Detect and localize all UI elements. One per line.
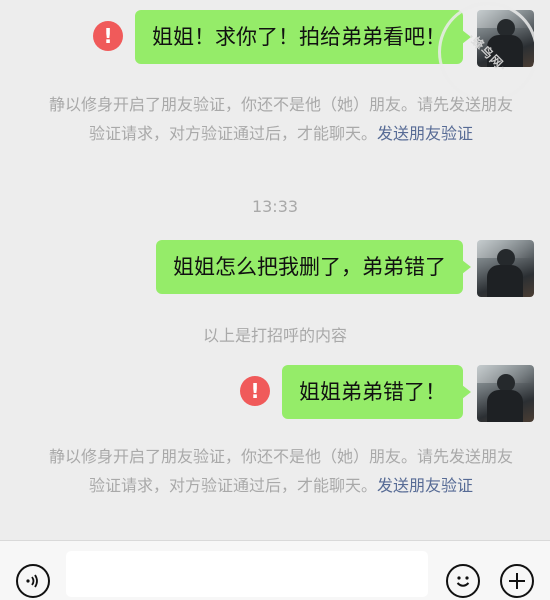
send-failed-icon[interactable]: ! [240,376,270,406]
send-verification-link[interactable]: 发送朋友验证 [377,476,473,495]
send-verification-link[interactable]: 发送朋友验证 [377,124,473,143]
message-row: ! 姐姐弟弟错了！ [240,365,534,422]
voice-icon[interactable] [16,564,50,598]
emoji-icon-glyph [456,576,470,587]
avatar[interactable] [477,240,534,297]
plus-icon-glyph [509,573,525,589]
avatar-body [487,390,523,422]
send-failed-icon[interactable]: ! [93,21,123,51]
message-bubble[interactable]: 姐姐！求你了！拍给弟弟看吧！ [135,10,471,64]
message-input[interactable] [66,551,428,597]
message-bubble[interactable]: 姐姐怎么把我删了，弟弟错了 [156,240,471,294]
system-notice: 静以修身开启了朋友验证，你还不是他（她）朋友。请先发送朋友验证请求，对方验证通过… [46,90,516,148]
chat-area: ! 姐姐！求你了！拍给弟弟看吧！ ·蜂鸟网· 静以修身开启了朋友验证，你还不是他… [0,0,550,540]
timestamp: 13:33 [251,197,299,216]
plus-icon[interactable] [500,564,534,598]
emoji-icon[interactable] [446,564,480,598]
message-bubble[interactable]: 姐姐弟弟错了！ [282,365,471,419]
avatar[interactable] [477,365,534,422]
avatar-body [487,265,523,297]
system-notice: 静以修身开启了朋友验证，你还不是他（她）朋友。请先发送朋友验证请求，对方验证通过… [46,442,516,500]
input-bar [0,540,550,600]
watermark-text: ·蜂鸟网· [464,29,511,76]
greeting-hint: 以上是打招呼的内容 [202,326,347,345]
message-row: 姐姐怎么把我删了，弟弟错了 [156,240,534,297]
voice-icon-glyph [26,574,38,588]
